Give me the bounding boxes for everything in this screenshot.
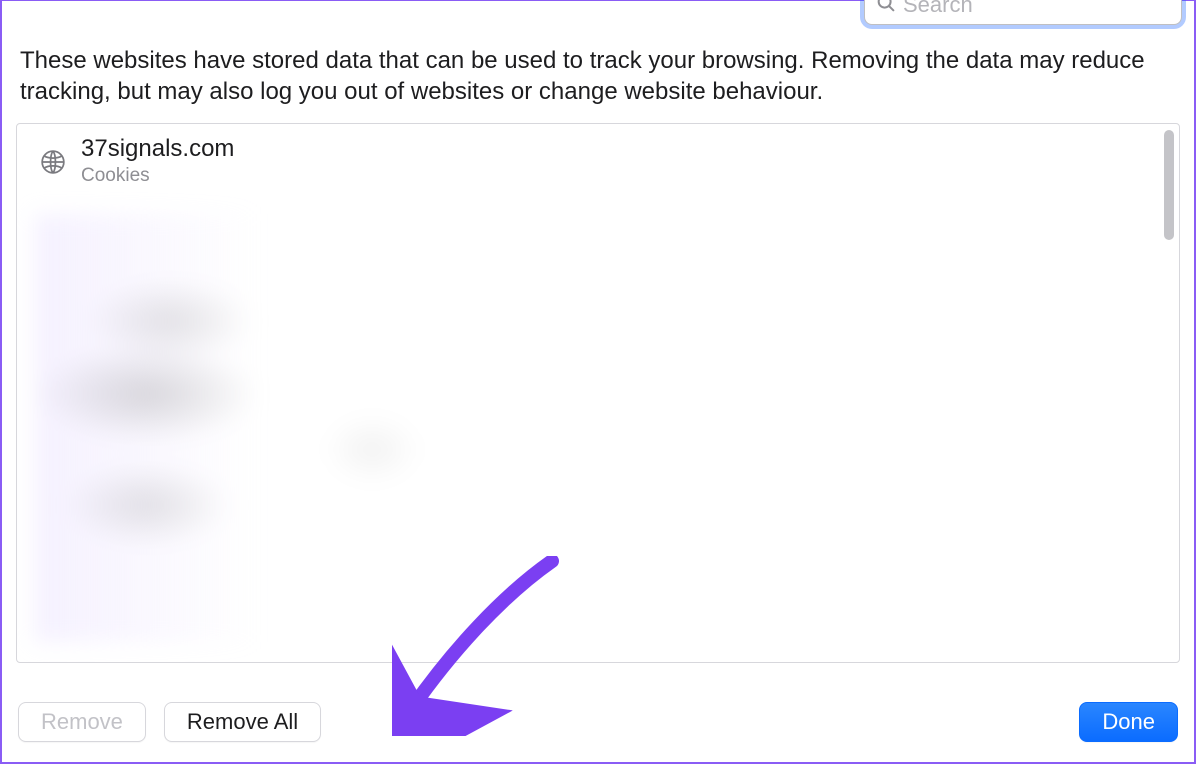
done-button[interactable]: Done <box>1079 702 1178 742</box>
search-field[interactable] <box>864 0 1182 25</box>
search-icon <box>875 0 903 19</box>
scrollbar-thumb[interactable] <box>1164 130 1174 240</box>
site-detail: Cookies <box>81 165 234 187</box>
remove-button[interactable]: Remove <box>18 702 146 742</box>
scrollbar[interactable] <box>1163 130 1175 656</box>
list-item[interactable]: 37signals.com Cookies <box>17 124 1179 194</box>
remove-all-button[interactable]: Remove All <box>164 702 321 742</box>
dialog-footer: Remove Remove All Done <box>18 702 1178 742</box>
description-text: These websites have stored data that can… <box>16 45 1180 107</box>
search-input[interactable] <box>903 0 1171 18</box>
site-domain: 37signals.com <box>81 136 234 162</box>
redacted-list-area <box>35 214 1159 642</box>
website-data-list: 37signals.com Cookies <box>16 123 1180 663</box>
globe-icon <box>39 148 67 176</box>
